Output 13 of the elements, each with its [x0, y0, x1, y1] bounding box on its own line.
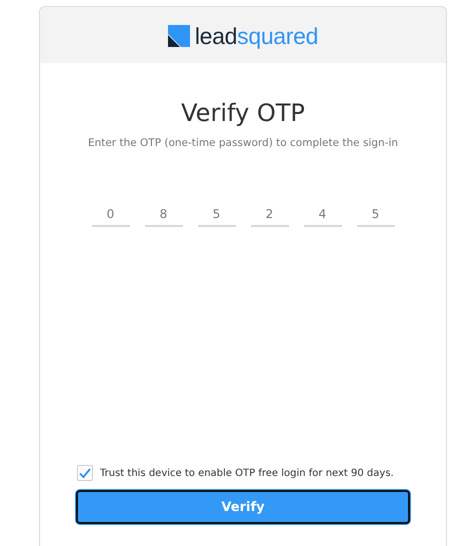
page-title: Verify OTP	[181, 99, 305, 128]
otp-digit-field[interactable]: 0	[92, 206, 130, 227]
verify-button[interactable]: Verify	[76, 490, 410, 524]
otp-digit-field[interactable]: 2	[250, 206, 288, 227]
otp-digit-field[interactable]: 5	[356, 206, 394, 227]
otp-digit-field[interactable]: 4	[304, 206, 342, 227]
logo-icon	[168, 25, 190, 47]
otp-digit-field[interactable]: 8	[144, 206, 182, 227]
logo-wordmark: leadsquared	[194, 24, 318, 48]
checkbox-label: Trust this device to enable OTP free login for next 90 days.	[100, 468, 394, 478]
instruction-text: Enter the OTP (one-time password) to complete the sign-in	[88, 136, 398, 149]
otp-digit-field[interactable]: 5	[198, 206, 236, 227]
checkbox[interactable]	[77, 465, 93, 481]
